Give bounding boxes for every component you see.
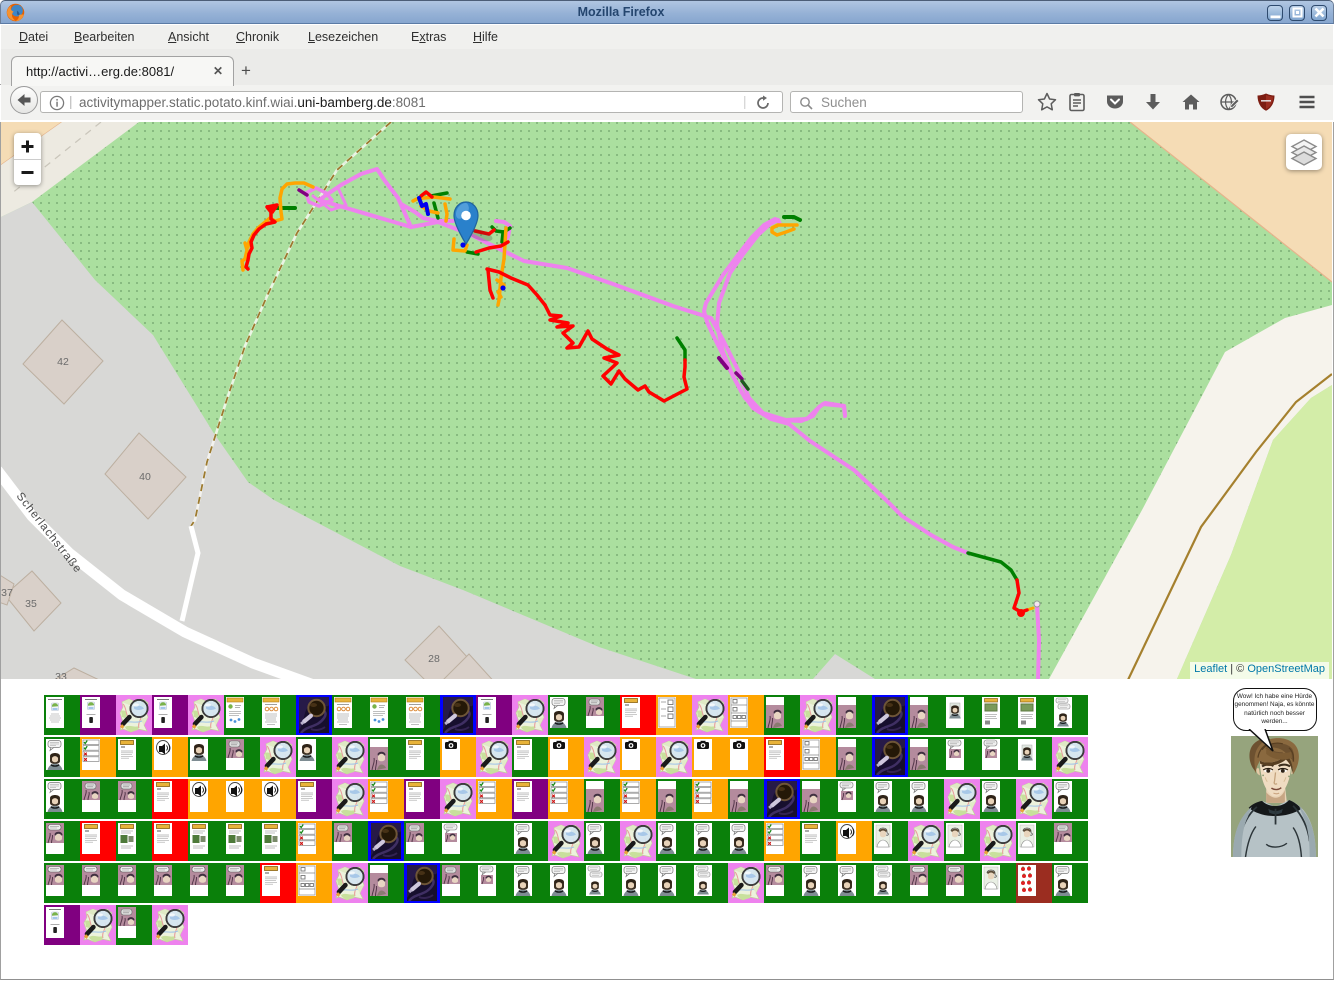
svg-text:37: 37 <box>1 587 13 599</box>
svg-text:28: 28 <box>428 653 440 665</box>
svg-text:42: 42 <box>57 356 69 368</box>
svg-text:35: 35 <box>25 598 37 610</box>
svg-text:40: 40 <box>139 471 151 483</box>
svg-text:33: 33 <box>55 671 67 679</box>
